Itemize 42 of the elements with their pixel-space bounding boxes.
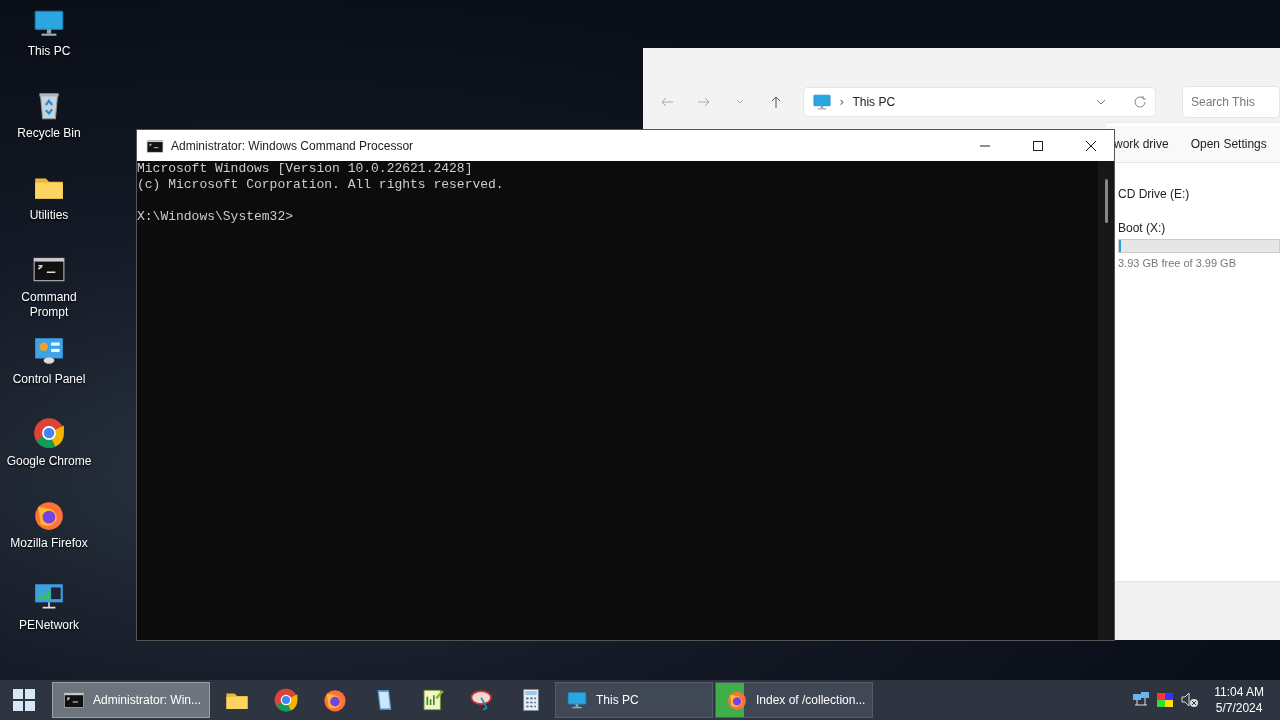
desktop-icon-label[interactable]: PENetwork (3, 618, 95, 633)
taskbar-window-button[interactable]: This PC (555, 682, 713, 718)
satellite-dish-icon (468, 687, 495, 713)
clock-time[interactable]: 11:04 AM (1214, 684, 1264, 700)
chrome-icon (272, 687, 299, 713)
drive-name[interactable]: CD Drive (E:) (1118, 187, 1280, 201)
taskbar-window-button[interactable]: Administrator: Win... (52, 682, 210, 718)
firefox-icon (726, 689, 748, 711)
scrollbar[interactable] (1098, 161, 1114, 640)
drive-free-space: 3.93 GB free of 3.99 GB (1118, 257, 1237, 269)
chrome-icon (32, 416, 66, 450)
close-icon[interactable] (1085, 139, 1097, 152)
desktop-icon-label[interactable]: Control Panel (3, 372, 95, 387)
monitor-icon (566, 689, 588, 711)
firefox-icon (321, 687, 348, 713)
desktop-icon-label[interactable]: Utilities (3, 208, 95, 223)
command-bar-button[interactable]: Open Settings (1190, 137, 1267, 151)
clock-date[interactable]: 5/7/2024 (1215, 700, 1263, 716)
desktop-icon-label[interactable]: Google Chrome (3, 454, 95, 469)
command-bar-button[interactable]: work drive (1114, 137, 1169, 151)
desktop-icon-label[interactable]: Command Prompt (3, 290, 95, 320)
speaker-muted-icon[interactable] (1180, 691, 1201, 709)
terminal-icon (63, 689, 85, 711)
desktop-icon-label[interactable]: This PC (3, 44, 95, 59)
desktop-icon-label[interactable]: Recycle Bin (3, 126, 95, 141)
console-prompt[interactable]: X:\Windows\System32> (137, 209, 1098, 225)
network-icon[interactable] (1132, 691, 1151, 709)
windows-start-icon[interactable] (13, 689, 35, 711)
color-palette-icon[interactable] (1156, 691, 1175, 709)
maximize-icon[interactable] (1032, 139, 1044, 152)
window-title: Administrator: Windows Command Processor (171, 138, 415, 153)
monitor-icon (811, 92, 832, 112)
desktop-icon-label[interactable]: Mozilla Firefox (3, 536, 95, 551)
address-text: This PC (852, 95, 897, 109)
drive-name[interactable]: Boot (X:) (1118, 221, 1280, 235)
search-field[interactable]: Search This (1182, 86, 1280, 118)
console-output-line: Microsoft Windows [Version 10.0.22621.2428] (137, 161, 474, 177)
taskbar-window-button[interactable]: Index of /collection... (715, 682, 873, 718)
breadcrumb-separator: › (839, 95, 845, 109)
address-bar[interactable]: › This PC (802, 87, 1156, 117)
console-output-line: (c) Microsoft Corporation. All rights reserved. (137, 177, 505, 193)
refresh-icon[interactable] (1133, 95, 1147, 109)
